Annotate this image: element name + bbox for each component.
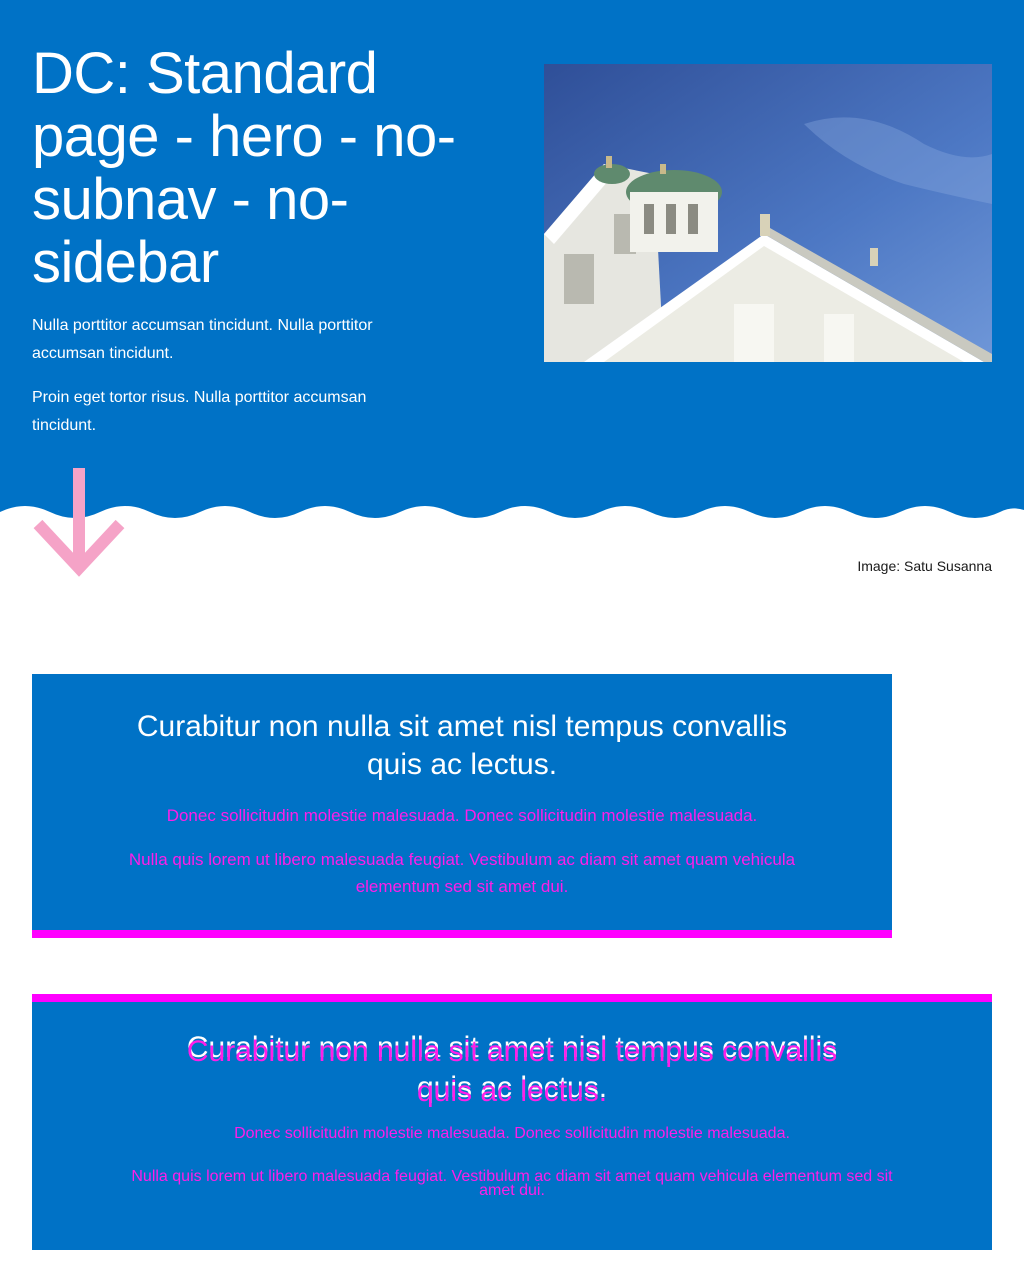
cathedral-image	[544, 64, 992, 362]
banner-2: Curabitur non nulla sit amet nisl tempus…	[32, 994, 992, 1250]
hero-paragraph-2: Proin eget tortor risus. Nulla porttitor…	[32, 389, 367, 434]
page-title: DC: Standard page - hero - no-subnav - n…	[32, 41, 456, 295]
banner-1: Curabitur non nulla sit amet nisl tempus…	[32, 674, 892, 938]
hero-section: DC: Standard page - hero - no-subnav - n…	[0, 0, 1024, 577]
banner-1-text-2: Nulla quis lorem ut libero malesuada feu…	[128, 850, 796, 896]
image-caption: Image: Satu Susanna	[857, 558, 992, 574]
arrow-down-icon[interactable]	[32, 468, 126, 580]
hero-image	[544, 64, 992, 362]
banner-2-text-2: Nulla quis lorem ut libero malesuada feu…	[131, 1168, 893, 1199]
banner-1-text-1: Donec sollicitudin molestie malesuada. D…	[166, 806, 758, 825]
banner-1-title: Curabitur non nulla sit amet nisl tempus…	[136, 710, 788, 781]
hero-paragraph-1: Nulla porttitor accumsan tincidunt. Null…	[32, 317, 373, 362]
banner-2-text-1: Donec sollicitudin molestie malesuada. D…	[234, 1125, 790, 1142]
wave-divider	[0, 506, 1024, 530]
banner-2-title-overlay: Curabitur non nulla sit amet nisl tempus…	[186, 1035, 838, 1108]
